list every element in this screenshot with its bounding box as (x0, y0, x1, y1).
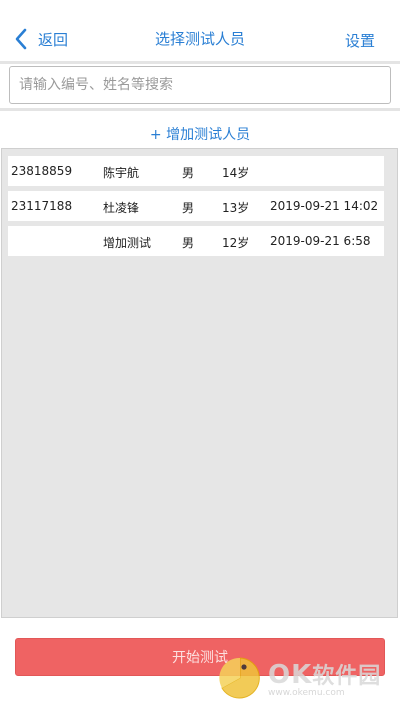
person-last-test-time: 2019-09-21 6:58 (270, 234, 371, 248)
watermark: OK软件园 www.okemu.com (216, 650, 396, 706)
list-item[interactable]: 23117188 杜凌锋 男 13岁 2019-09-21 14:02 (8, 191, 384, 221)
person-name: 增加测试 (103, 236, 152, 250)
person-name: 陈宇航 (103, 166, 140, 180)
watermark-url: www.okemu.com (268, 688, 345, 698)
person-name: 杜凌锋 (103, 201, 140, 215)
person-id: 23117188 (11, 199, 73, 213)
person-id: 23818859 (11, 164, 73, 178)
watermark-brand: OK (268, 660, 313, 690)
nav-bar: 返回 选择测试人员 设置 (0, 0, 400, 62)
watermark-brand-cn: 软件园 (312, 664, 382, 689)
search-box (9, 66, 391, 104)
person-age: 12岁 (222, 236, 250, 250)
list-item[interactable]: 23818859 陈宇航 男 14岁 (8, 156, 384, 186)
person-age: 13岁 (222, 201, 250, 215)
person-list: 23818859 陈宇航 男 14岁 23117188 杜凌锋 男 13岁 20… (1, 148, 398, 618)
divider (0, 108, 400, 111)
search-input[interactable] (10, 67, 390, 103)
list-item[interactable]: 增加测试 男 12岁 2019-09-21 6:58 (8, 226, 384, 256)
person-age: 14岁 (222, 166, 250, 180)
person-gender: 男 (182, 166, 195, 180)
pacman-logo-icon (219, 657, 260, 699)
add-person-button[interactable]: + 增加测试人员 (0, 124, 400, 144)
divider (0, 61, 400, 64)
person-gender: 男 (182, 236, 195, 250)
settings-button[interactable]: 设置 (345, 30, 375, 51)
page-title: 选择测试人员 (154, 30, 245, 48)
person-gender: 男 (182, 201, 195, 215)
person-last-test-time: 2019-09-21 14:02 (270, 199, 379, 213)
